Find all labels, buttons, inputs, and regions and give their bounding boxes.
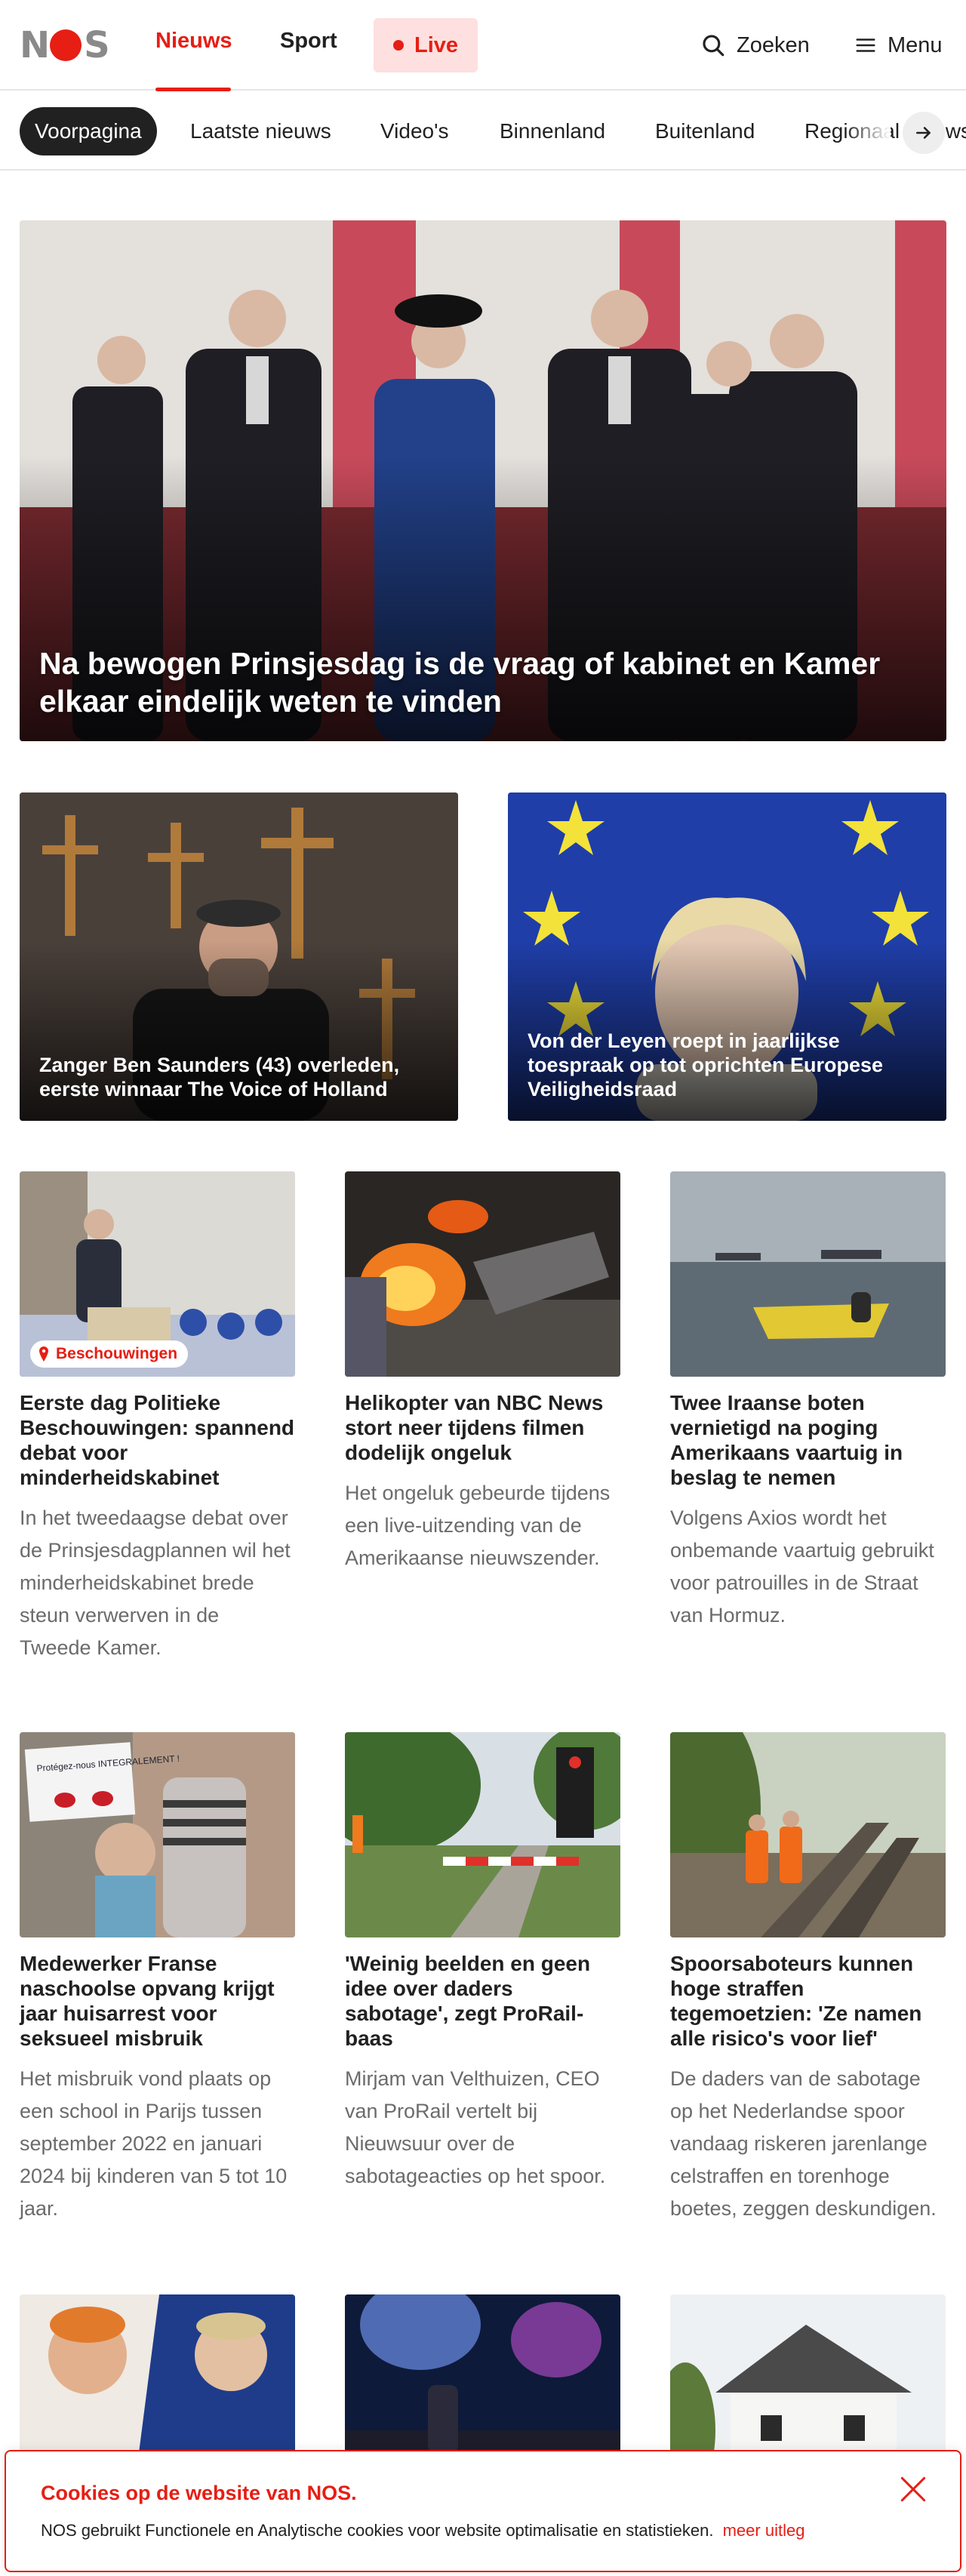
close-icon [900, 2476, 926, 2502]
nav-news[interactable]: Nieuws [155, 29, 232, 54]
menu-label: Menu [888, 32, 943, 57]
live-button[interactable]: Live [374, 18, 478, 72]
article-desc-4: Het misbruik vond plaats op een school i… [20, 2067, 288, 2220]
nav-sport[interactable]: Sport [280, 29, 337, 54]
search-icon [703, 35, 724, 57]
article-photo-4: Protégez-nous INTEGRALEMENT ! [20, 1732, 295, 1937]
cookie-text-body: NOS gebruikt Functionele en Analytische … [41, 2521, 714, 2540]
live-label: Live [414, 32, 459, 57]
tab-videos[interactable]: Video's [380, 107, 448, 155]
tab-laatste-nieuws[interactable]: Laatste nieuws [190, 107, 331, 155]
article-photo-5 [345, 1732, 620, 1937]
article-desc-1: In het tweedaagse debat over de Prinsjes… [20, 1507, 291, 1659]
cookie-more-info-link[interactable]: meer uitleg [723, 2521, 805, 2540]
tab-voorpagina[interactable]: Voorpagina [20, 107, 157, 155]
hero-article[interactable]: Na bewogen Prinsjesdag is de vraag of ka… [20, 220, 946, 741]
hero-title: Na bewogen Prinsjesdag is de vraag of ka… [39, 646, 881, 719]
featured-title-1: Zanger Ben Saunders (43) overleden, eers… [39, 1054, 400, 1100]
cookie-text: NOS gebruikt Functionele en Analytische … [41, 2521, 804, 2541]
article-title-5[interactable]: 'Weinig beelden en geen idee over daders… [345, 1951, 620, 2051]
menu-button[interactable]: Menu [854, 27, 943, 63]
article-desc-5: Mirjam van Velthuizen, CEO van ProRail v… [345, 2067, 606, 2187]
search-button[interactable]: Zoeken [700, 27, 810, 63]
featured-article-1[interactable]: Zanger Ben Saunders (43) overleden, eers… [20, 792, 458, 1121]
article-image-6[interactable] [670, 1732, 946, 1937]
live-dot-icon [392, 40, 404, 51]
cookie-close-button[interactable] [897, 2473, 930, 2506]
article-photo-2 [345, 1171, 620, 1377]
topic-tag: Beschouwingen [30, 1340, 189, 1368]
arrow-right-icon [916, 127, 931, 139]
tab-binnenland[interactable]: Binnenland [500, 107, 605, 155]
article-image-2[interactable] [345, 1171, 620, 1377]
pin-icon [39, 1346, 48, 1362]
article-image-4[interactable]: Protégez-nous INTEGRALEMENT ! [20, 1732, 295, 1937]
article-desc-3: Volgens Axios wordt het onbemande vaartu… [670, 1507, 934, 1627]
article-desc-6: De daders van de sabotage op het Nederla… [670, 2067, 937, 2220]
article-title-4[interactable]: Medewerker Franse naschoolse opvang krij… [20, 1951, 295, 2051]
nav-active-indicator [155, 88, 231, 91]
search-label: Zoeken [737, 32, 810, 57]
featured-article-2[interactable]: Von der Leyen roept in jaarlijkse toespr… [508, 792, 946, 1121]
hamburger-icon [856, 38, 875, 52]
article-title-1[interactable]: Eerste dag Politieke Beschouwingen: span… [20, 1390, 295, 1490]
cookie-title: Cookies op de website van NOS. [41, 2482, 357, 2504]
tabs-fade [845, 92, 891, 169]
tabs-scroll-right-button[interactable] [903, 112, 945, 154]
tab-buitenland[interactable]: Buitenland [655, 107, 755, 155]
article-photo-3 [670, 1171, 946, 1377]
article-title-3[interactable]: Twee Iraanse boten vernietigd na poging … [670, 1390, 946, 1490]
nos-logo[interactable]: NS [20, 24, 110, 66]
article-image-3[interactable] [670, 1171, 946, 1377]
article-image-5[interactable] [345, 1732, 620, 1937]
article-image-1[interactable]: Beschouwingen [20, 1171, 295, 1377]
category-tabs: Voorpagina Laatste nieuws Video's Binnen… [0, 92, 966, 171]
topic-tag-label: Beschouwingen [56, 1345, 178, 1362]
article-title-6[interactable]: Spoorsaboteurs kunnen hoge straffen tege… [670, 1951, 946, 2051]
article-desc-2: Het ongeluk gebeurde tijdens een live-ui… [345, 1482, 611, 1569]
article-photo-6 [670, 1732, 946, 1937]
logo-red-circle [50, 29, 82, 61]
cookie-banner: Cookies op de website van NOS. NOS gebru… [5, 2450, 961, 2572]
site-header: NS Nieuws Sport Live Zoeken Menu [0, 0, 966, 91]
article-title-2[interactable]: Helikopter van NBC News stort neer tijde… [345, 1390, 620, 1465]
featured-title-2: Von der Leyen roept in jaarlijkse toespr… [528, 1029, 884, 1100]
